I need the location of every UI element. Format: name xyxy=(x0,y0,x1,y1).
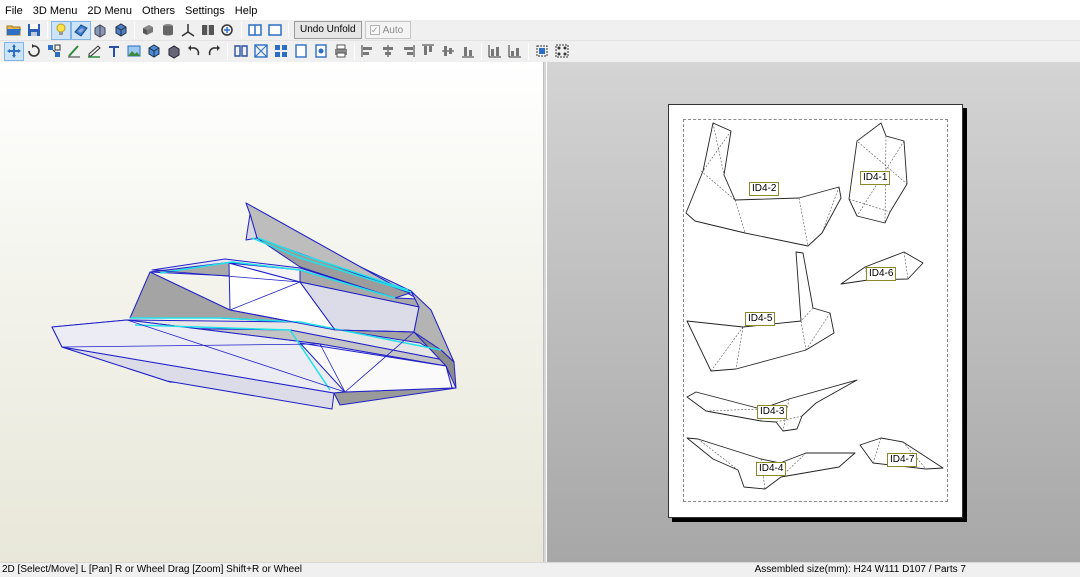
cup-icon[interactable] xyxy=(158,21,178,40)
status-assembled-size: Assembled size(mm): H24 W111 D107 / Part… xyxy=(754,564,966,575)
distribute-v-icon[interactable] xyxy=(505,42,525,61)
menu-others[interactable]: Others xyxy=(137,0,180,20)
menu-settings[interactable]: Settings xyxy=(180,0,230,20)
view-link-icon[interactable] xyxy=(218,21,238,40)
auto-label: Auto xyxy=(382,24,404,36)
part-label[interactable]: ID4-1 xyxy=(860,171,891,185)
ungroup-icon[interactable] xyxy=(552,42,572,61)
undo-icon[interactable] xyxy=(184,42,204,61)
lightbulb-icon[interactable] xyxy=(51,20,71,40)
redo-icon[interactable] xyxy=(204,42,224,61)
join-icon[interactable] xyxy=(44,42,64,61)
edge-edit-icon[interactable] xyxy=(64,42,84,61)
align-left-icon[interactable] xyxy=(358,42,378,61)
toolbar-separator xyxy=(227,42,228,60)
menu-2d[interactable]: 2D Menu xyxy=(82,0,137,20)
texture-icon[interactable] xyxy=(71,20,91,40)
checkmark-icon: ✓ xyxy=(369,25,380,35)
parts-icon[interactable] xyxy=(91,21,111,40)
toolbar-separator xyxy=(241,21,242,39)
pepakura-window: File 3D Menu 2D Menu Others Settings Hel… xyxy=(0,0,1080,577)
align-center-h-icon[interactable] xyxy=(378,42,398,61)
distribute-h-icon[interactable] xyxy=(485,42,505,61)
unfolded-parts[interactable] xyxy=(669,105,964,519)
save-disk-icon[interactable] xyxy=(24,21,44,40)
status-hint: 2D [Select/Move] L [Pan] R or Wheel Drag… xyxy=(2,564,303,575)
part-label[interactable]: ID4-2 xyxy=(749,182,780,196)
image-icon[interactable] xyxy=(124,42,144,61)
status-bar: 2D [Select/Move] L [Pan] R or Wheel Drag… xyxy=(0,562,1080,577)
2d-view[interactable]: ID4-2 ID4-1 ID4-6 ID4-5 ID4-3 ID4-4 ID4-… xyxy=(547,62,1080,562)
undo-unfold-button[interactable]: Undo Unfold xyxy=(294,21,362,39)
parts-3d-icon[interactable] xyxy=(164,42,184,61)
join-faces-icon[interactable] xyxy=(198,21,218,40)
menu-3d[interactable]: 3D Menu xyxy=(28,0,83,20)
window-icon[interactable] xyxy=(265,21,285,40)
part-label[interactable]: ID4-4 xyxy=(756,462,787,476)
menu-file[interactable]: File xyxy=(0,0,28,20)
part-label[interactable]: ID4-6 xyxy=(866,267,897,281)
axes-icon[interactable] xyxy=(178,21,198,40)
zoom-fit-icon[interactable] xyxy=(251,42,271,61)
toolbar-separator xyxy=(288,21,289,39)
menu-help[interactable]: Help xyxy=(230,0,263,20)
print-icon[interactable] xyxy=(331,42,351,61)
part-label[interactable]: ID4-5 xyxy=(745,312,776,326)
part-label[interactable]: ID4-7 xyxy=(887,453,918,467)
text-icon[interactable] xyxy=(104,42,124,61)
toolbar-separator xyxy=(134,21,135,39)
paper-sheet: ID4-2 ID4-1 ID4-6 ID4-5 ID4-3 ID4-4 ID4-… xyxy=(668,104,963,518)
grid-pages-icon[interactable] xyxy=(271,42,291,61)
toolbar-separator xyxy=(528,42,529,60)
main-toolbar: Undo Unfold ✓ Auto xyxy=(0,20,1080,41)
open-folder-icon[interactable] xyxy=(4,21,24,40)
group-icon[interactable] xyxy=(532,42,552,61)
part-label[interactable]: ID4-3 xyxy=(757,405,788,419)
cylinder-icon[interactable] xyxy=(138,21,158,40)
rotate-icon[interactable] xyxy=(24,42,44,61)
toolbar-separator xyxy=(47,21,48,39)
auto-checkbox[interactable]: ✓ Auto xyxy=(364,21,411,39)
align-middle-v-icon[interactable] xyxy=(438,42,458,61)
3d-view[interactable] xyxy=(0,62,543,562)
menu-bar: File 3D Menu 2D Menu Others Settings Hel… xyxy=(0,0,1080,20)
toolbar-separator xyxy=(354,42,355,60)
page-setup-icon[interactable] xyxy=(311,42,331,61)
toolbar-separator xyxy=(481,42,482,60)
book-icon[interactable] xyxy=(231,42,251,61)
flap-icon[interactable] xyxy=(84,42,104,61)
align-top-icon[interactable] xyxy=(418,42,438,61)
split-view-icon[interactable] xyxy=(245,21,265,40)
edit-toolbar xyxy=(0,41,1080,61)
align-right-icon[interactable] xyxy=(398,42,418,61)
rotate-parts-icon[interactable] xyxy=(111,21,131,40)
page-icon[interactable] xyxy=(291,42,311,61)
3d-model[interactable] xyxy=(0,62,543,562)
box-icon[interactable] xyxy=(144,42,164,61)
align-bottom-icon[interactable] xyxy=(458,42,478,61)
select-move-icon[interactable] xyxy=(4,41,24,61)
